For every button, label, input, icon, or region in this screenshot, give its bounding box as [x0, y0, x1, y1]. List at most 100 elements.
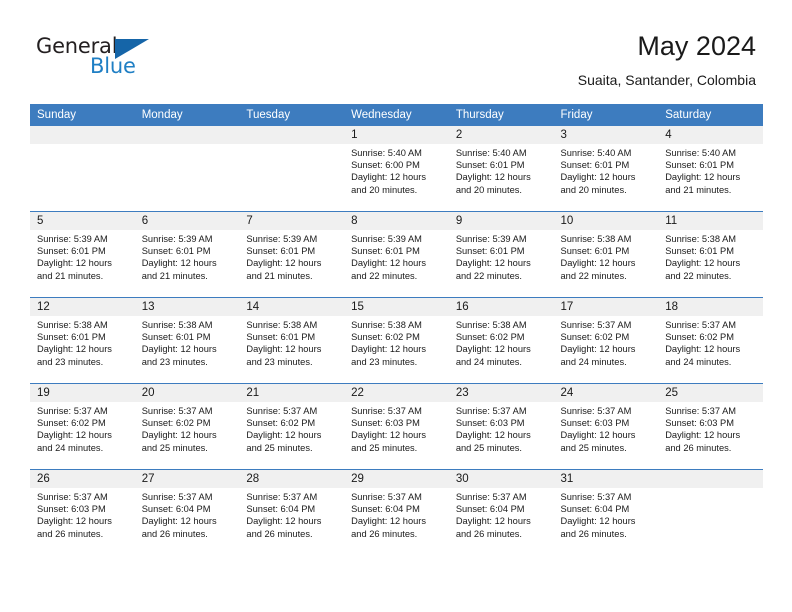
- day-cell-inner: 2 Sunrise: 5:40 AM Sunset: 6:01 PM Daylight…: [448, 126, 554, 211]
- day-detail-line: Sunset: 6:02 PM: [560, 332, 630, 343]
- day-detail-line: and 24 minutes.: [665, 356, 732, 367]
- day-number: [134, 126, 240, 144]
- day-detail-line: Sunrise: 5:40 AM: [351, 148, 422, 158]
- day-detail-line: and 25 minutes.: [246, 442, 313, 453]
- day-detail-line: Sunset: 6:02 PM: [141, 418, 211, 429]
- day-details: Sunrise: 5:37 AM Sunset: 6:03 PM Daylight:…: [554, 402, 659, 454]
- calendar-day-cell[interactable]: 6 Sunrise: 5:39 AM Sunset: 6:01 PM Daylight…: [134, 211, 240, 298]
- day-details: [239, 144, 344, 147]
- day-detail-line: and 22 minutes.: [455, 270, 522, 281]
- calendar-day-cell[interactable]: 14 Sunrise: 5:38 AM Sunset: 6:01 PM Dayligh…: [239, 297, 345, 384]
- day-detail-line: Sunrise: 5:40 AM: [665, 148, 737, 158]
- calendar-day-cell[interactable]: 20 Sunrise: 5:37 AM Sunset: 6:02 PM Dayligh…: [134, 383, 240, 470]
- day-detail-line: Sunrise: 5:37 AM: [246, 492, 318, 502]
- calendar-day-cell[interactable]: 19 Sunrise: 5:37 AM Sunset: 6:02 PM Dayligh…: [30, 383, 135, 470]
- calendar-week-row: 19 Sunrise: 5:37 AM Sunset: 6:02 PM Dayligh…: [30, 383, 763, 470]
- day-detail-line: and 25 minutes.: [560, 442, 627, 453]
- day-detail-line: and 22 minutes.: [560, 270, 627, 281]
- page-title: May 2024: [637, 31, 756, 61]
- day-detail-line: Sunrise: 5:37 AM: [351, 406, 422, 416]
- calendar-day-cell[interactable]: 21 Sunrise: 5:37 AM Sunset: 6:02 PM Dayligh…: [239, 383, 345, 470]
- day-number: 3: [553, 126, 659, 144]
- day-detail-line: and 23 minutes.: [37, 356, 104, 367]
- day-detail-line: Sunrise: 5:39 AM: [246, 234, 318, 244]
- day-detail-line: Sunrise: 5:37 AM: [560, 406, 632, 416]
- day-detail-line: Sunset: 6:04 PM: [246, 504, 316, 515]
- day-cell-inner: 17 Sunrise: 5:37 AM Sunset: 6:02 PM Dayligh…: [553, 298, 659, 383]
- day-detail-line: Sunset: 6:04 PM: [351, 504, 420, 515]
- calendar-week-row: 1 Sunrise: 5:40 AM Sunset: 6:00 PM Daylight…: [30, 126, 763, 212]
- day-detail-line: Sunset: 6:02 PM: [665, 332, 734, 343]
- calendar-day-cell[interactable]: 27 Sunrise: 5:37 AM Sunset: 6:04 PM Dayligh…: [134, 469, 240, 555]
- calendar-day-cell[interactable]: 1 Sunrise: 5:40 AM Sunset: 6:00 PM Daylight…: [344, 126, 449, 212]
- day-details: Sunrise: 5:37 AM Sunset: 6:03 PM Daylight:…: [658, 402, 763, 454]
- day-details: Sunrise: 5:37 AM Sunset: 6:02 PM Daylight:…: [135, 402, 240, 454]
- calendar-day-cell[interactable]: 15 Sunrise: 5:38 AM Sunset: 6:02 PM Dayligh…: [344, 297, 449, 384]
- day-detail-line: Sunset: 6:01 PM: [37, 332, 106, 343]
- day-cell-inner: 8 Sunrise: 5:39 AM Sunset: 6:01 PM Daylight…: [344, 212, 449, 297]
- day-detail-line: Sunrise: 5:38 AM: [351, 320, 422, 330]
- calendar-day-cell[interactable]: [30, 126, 135, 212]
- day-cell-inner: 4 Sunrise: 5:40 AM Sunset: 6:01 PM Daylight…: [658, 126, 763, 211]
- day-details: Sunrise: 5:39 AM Sunset: 6:01 PM Daylight:…: [30, 230, 135, 282]
- calendar-day-cell[interactable]: 9 Sunrise: 5:39 AM Sunset: 6:01 PM Daylight…: [448, 211, 554, 298]
- day-detail-line: Daylight: 12 hours: [665, 344, 741, 355]
- calendar-day-cell[interactable]: 13 Sunrise: 5:38 AM Sunset: 6:01 PM Dayligh…: [134, 297, 240, 384]
- calendar-day-cell[interactable]: 23 Sunrise: 5:37 AM Sunset: 6:03 PM Dayligh…: [448, 383, 554, 470]
- calendar-day-cell[interactable]: 8 Sunrise: 5:39 AM Sunset: 6:01 PM Daylight…: [344, 211, 449, 298]
- calendar-day-cell[interactable]: 18 Sunrise: 5:37 AM Sunset: 6:02 PM Dayligh…: [658, 297, 763, 384]
- calendar-day-cell[interactable]: 28 Sunrise: 5:37 AM Sunset: 6:04 PM Dayligh…: [239, 469, 345, 555]
- day-detail-line: Daylight: 12 hours: [560, 516, 636, 527]
- day-detail-line: and 26 minutes.: [37, 528, 104, 539]
- day-detail-line: Daylight: 12 hours: [37, 258, 112, 269]
- day-detail-line: Daylight: 12 hours: [455, 344, 531, 355]
- day-detail-line: Daylight: 12 hours: [246, 430, 322, 441]
- calendar-day-cell[interactable]: 4 Sunrise: 5:40 AM Sunset: 6:01 PM Daylight…: [658, 126, 763, 212]
- calendar-day-cell[interactable]: [134, 126, 240, 212]
- day-detail-line: Sunrise: 5:37 AM: [560, 492, 632, 502]
- day-detail-line: Sunset: 6:01 PM: [455, 160, 525, 171]
- calendar-day-cell[interactable]: 22 Sunrise: 5:37 AM Sunset: 6:03 PM Dayligh…: [344, 383, 449, 470]
- day-detail-line: and 26 minutes.: [351, 528, 418, 539]
- calendar-grid: Sunday Monday Tuesday Wednesday Thursday…: [30, 104, 763, 555]
- day-details: Sunrise: 5:40 AM Sunset: 6:01 PM Daylight:…: [449, 144, 554, 196]
- calendar-day-cell[interactable]: 3 Sunrise: 5:40 AM Sunset: 6:01 PM Daylight…: [553, 126, 659, 212]
- calendar-day-cell[interactable]: 31 Sunrise: 5:37 AM Sunset: 6:04 PM Dayligh…: [553, 469, 659, 555]
- calendar-day-cell[interactable]: [239, 126, 345, 212]
- calendar-day-cell[interactable]: 29 Sunrise: 5:37 AM Sunset: 6:04 PM Dayligh…: [344, 469, 449, 555]
- calendar-day-cell[interactable]: 7 Sunrise: 5:39 AM Sunset: 6:01 PM Daylight…: [239, 211, 345, 298]
- calendar-day-cell[interactable]: [658, 469, 763, 555]
- weekday-header-wednesday: Wednesday: [344, 104, 449, 126]
- day-detail-line: Sunset: 6:01 PM: [665, 246, 734, 257]
- day-number: 2: [448, 126, 554, 144]
- calendar-day-cell[interactable]: 25 Sunrise: 5:37 AM Sunset: 6:03 PM Dayligh…: [658, 383, 763, 470]
- calendar-day-cell[interactable]: 12 Sunrise: 5:38 AM Sunset: 6:01 PM Dayligh…: [30, 297, 135, 384]
- day-details: Sunrise: 5:37 AM Sunset: 6:02 PM Daylight:…: [554, 316, 659, 368]
- day-detail-line: Sunset: 6:01 PM: [351, 246, 420, 257]
- day-number: 15: [344, 298, 449, 316]
- calendar-day-cell[interactable]: 30 Sunrise: 5:37 AM Sunset: 6:04 PM Dayligh…: [448, 469, 554, 555]
- calendar-day-cell[interactable]: 10 Sunrise: 5:38 AM Sunset: 6:01 PM Dayligh…: [553, 211, 659, 298]
- day-cell-inner: 20 Sunrise: 5:37 AM Sunset: 6:02 PM Dayligh…: [134, 384, 240, 469]
- generalblue-logo[interactable]: General Blue: [36, 36, 166, 84]
- day-detail-line: and 25 minutes.: [455, 442, 522, 453]
- weekday-header-sunday: Sunday: [30, 104, 135, 126]
- day-detail-line: Sunset: 6:03 PM: [37, 504, 106, 515]
- calendar-day-cell[interactable]: 5 Sunrise: 5:39 AM Sunset: 6:01 PM Daylight…: [30, 211, 135, 298]
- day-detail-line: Sunset: 6:03 PM: [560, 418, 630, 429]
- calendar-day-cell[interactable]: 24 Sunrise: 5:37 AM Sunset: 6:03 PM Dayligh…: [553, 383, 659, 470]
- day-number: 27: [134, 470, 240, 488]
- day-detail-line: Daylight: 12 hours: [455, 258, 531, 269]
- calendar-day-cell[interactable]: 26 Sunrise: 5:37 AM Sunset: 6:03 PM Dayligh…: [30, 469, 135, 555]
- day-details: Sunrise: 5:37 AM Sunset: 6:02 PM Daylight:…: [239, 402, 344, 454]
- day-detail-line: and 21 minutes.: [246, 270, 313, 281]
- calendar-day-cell[interactable]: 16 Sunrise: 5:38 AM Sunset: 6:02 PM Dayligh…: [448, 297, 554, 384]
- day-detail-line: Daylight: 12 hours: [351, 430, 427, 441]
- calendar-week-row: 5 Sunrise: 5:39 AM Sunset: 6:01 PM Daylight…: [30, 211, 763, 298]
- day-detail-line: Sunset: 6:03 PM: [665, 418, 734, 429]
- calendar-day-cell[interactable]: 2 Sunrise: 5:40 AM Sunset: 6:01 PM Daylight…: [448, 126, 554, 212]
- day-detail-line: Daylight: 12 hours: [246, 344, 322, 355]
- day-number: 7: [239, 212, 345, 230]
- calendar-day-cell[interactable]: 17 Sunrise: 5:37 AM Sunset: 6:02 PM Dayligh…: [553, 297, 659, 384]
- calendar-day-cell[interactable]: 11 Sunrise: 5:38 AM Sunset: 6:01 PM Dayligh…: [658, 211, 763, 298]
